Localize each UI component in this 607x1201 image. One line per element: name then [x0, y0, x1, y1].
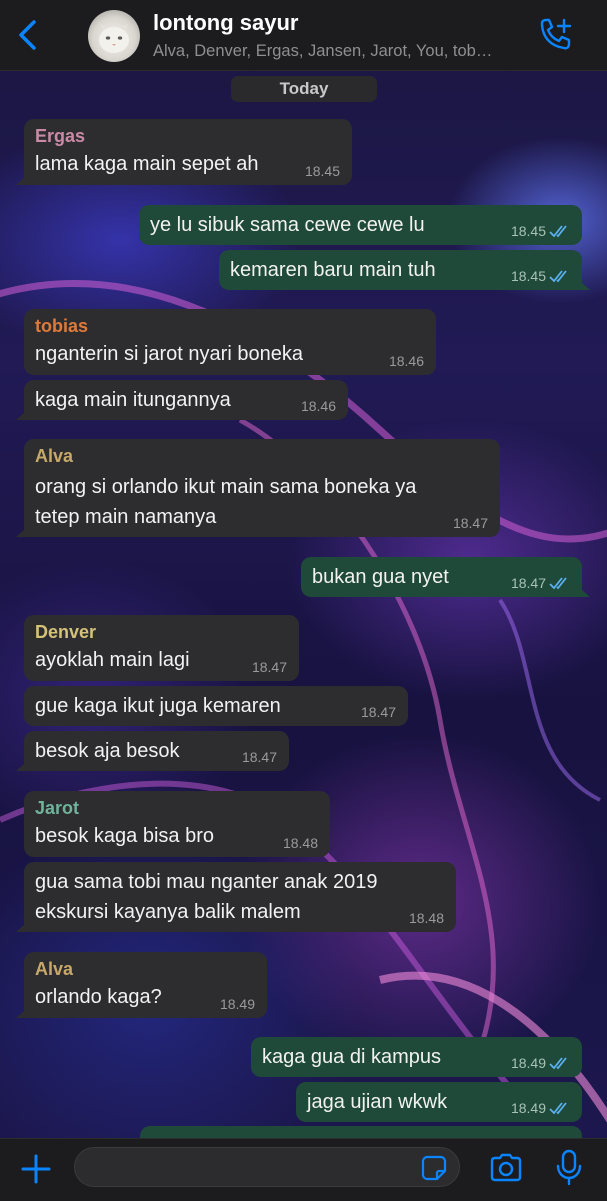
message-text: tetep main namanya [35, 506, 217, 528]
message-composer [0, 1138, 607, 1201]
message-time: 18.45 [510, 268, 546, 284]
sender-name: Denver [35, 622, 97, 642]
message-bubble[interactable]: gua sama tobi mau nganter anak 2019 eksk… [24, 862, 456, 932]
message-bubble[interactable]: besok aja besok 18.47 [24, 731, 289, 771]
sender-name: Jarot [35, 798, 80, 818]
message-time: 18.47 [251, 659, 287, 675]
message-text: ye lu sibuk sama cewe cewe lu [150, 214, 425, 236]
group-title[interactable]: lontong sayur [153, 10, 298, 36]
sender-name: Alva [35, 959, 74, 979]
group-members[interactable]: Alva, Denver, Ergas, Jansen, Jarot, You,… [153, 42, 528, 61]
message-text: gue kaga ikut juga kemaren [35, 695, 281, 717]
sender-name: Alva [35, 446, 74, 466]
message-text: orlando kaga? [35, 986, 162, 1008]
message-text: kaga main itungannya [35, 389, 231, 411]
message-input[interactable] [74, 1147, 460, 1187]
message-time: 18.46 [300, 398, 336, 414]
message-text: ekskursi kayanya balik malem [35, 901, 301, 923]
message-time: 18.45 [304, 163, 340, 179]
message-time: 18.47 [510, 575, 546, 591]
chat-header: lontong sayur Alva, Denver, Ergas, Janse… [0, 0, 607, 71]
message-text: besok aja besok [35, 740, 180, 762]
message-text: gua sama tobi mau nganter anak 2019 [35, 871, 378, 893]
message-text: kaga gua di kampus [262, 1046, 442, 1068]
message-time: 18.49 [510, 1100, 546, 1116]
read-ticks-icon [549, 1057, 567, 1070]
message-time: 18.48 [408, 910, 444, 926]
message-time: 18.47 [360, 704, 396, 720]
message-bubble[interactable]: Jarot besok kaga bisa bro 18.48 [24, 791, 330, 857]
message-bubble[interactable]: Alva orang si orlando ikut main sama bon… [24, 439, 500, 537]
plus-icon[interactable] [20, 1153, 52, 1185]
add-call-icon[interactable] [536, 17, 574, 53]
message-time: 18.46 [388, 353, 424, 369]
read-ticks-icon [549, 1102, 567, 1115]
message-bubble[interactable]: ye lu sibuk sama cewe cewe lu 18.45 [139, 205, 582, 245]
message-time: 18.49 [510, 1055, 546, 1071]
message-bubble[interactable]: jaga ujian wkwk 18.49 [296, 1082, 582, 1122]
read-ticks-icon [549, 577, 567, 590]
message-time: 18.45 [510, 223, 546, 239]
sender-name: Ergas [35, 126, 86, 146]
message-bubble[interactable]: Ergas lama kaga main sepet ah 18.45 [24, 119, 352, 185]
back-chevron-icon[interactable] [14, 18, 44, 52]
message-bubble[interactable]: kaga gua di kampus 18.49 [251, 1037, 582, 1077]
sender-name: tobias [35, 316, 89, 336]
read-ticks-icon [549, 270, 567, 283]
message-time: 18.47 [241, 749, 277, 765]
message-bubble[interactable]: Alva orlando kaga? 18.49 [24, 952, 267, 1018]
message-bubble[interactable]: kaga main itungannya 18.46 [24, 380, 348, 420]
date-separator: Today [231, 76, 377, 102]
message-bubble[interactable]: gue kaga ikut juga kemaren 18.47 [24, 686, 408, 726]
camera-icon[interactable] [488, 1152, 524, 1184]
sticker-icon[interactable] [421, 1155, 447, 1181]
message-text: jaga ujian wkwk [307, 1091, 448, 1113]
microphone-icon[interactable] [556, 1149, 582, 1187]
message-text: kemaren baru main tuh [230, 259, 436, 281]
message-time: 18.49 [219, 996, 255, 1012]
message-text: lama kaga main sepet ah [35, 153, 259, 175]
message-time: 18.47 [452, 515, 488, 531]
message-bubble[interactable]: Denver ayoklah main lagi 18.47 [24, 615, 299, 681]
message-bubble[interactable]: bukan gua nyet 18.47 [301, 557, 582, 597]
message-text: orang si orlando ikut main sama boneka y… [35, 476, 417, 498]
message-bubble[interactable]: tobias nganterin si jarot nyari boneka 1… [24, 309, 436, 375]
cat-avatar-image [99, 24, 129, 53]
message-text: nganterin si jarot nyari boneka [35, 343, 303, 365]
message-text: besok kaga bisa bro [35, 825, 215, 847]
message-time: 18.48 [282, 835, 318, 851]
read-ticks-icon [549, 225, 567, 238]
group-avatar[interactable] [88, 10, 140, 62]
message-bubble[interactable]: kemaren baru main tuh 18.45 [219, 250, 582, 290]
message-text: ayoklah main lagi [35, 649, 190, 671]
message-text: bukan gua nyet [312, 566, 449, 588]
